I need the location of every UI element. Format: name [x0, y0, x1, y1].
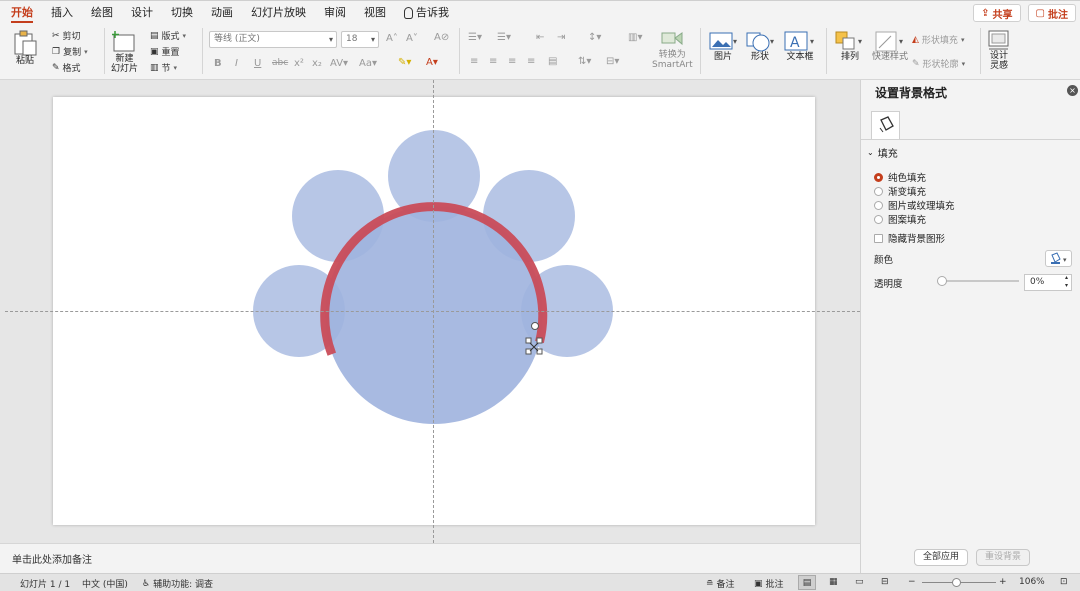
slide-artwork	[253, 130, 613, 424]
share-icon: ⇪	[981, 7, 990, 19]
slide-sorter-button[interactable]: ▦	[829, 577, 838, 587]
radio[interactable]	[874, 186, 883, 196]
color-picker-button[interactable]: ▾	[1045, 250, 1072, 267]
horizontal-smart-guide	[5, 311, 860, 312]
transparency-input[interactable]: 0% ▴ ▾	[1024, 274, 1072, 291]
presenter-icon: ⊟	[881, 577, 889, 587]
svg-text:▾: ▾	[1063, 256, 1067, 264]
notes-toggle[interactable]: ≘ 备注	[706, 577, 735, 591]
close-icon[interactable]: ×	[1067, 85, 1078, 96]
fill-tab[interactable]	[871, 111, 900, 139]
fit-slide-button[interactable]: ⊡	[1060, 577, 1068, 587]
comments-label: 批注	[1048, 9, 1068, 21]
comments-status-label: 批注	[765, 580, 784, 590]
checkbox[interactable]	[874, 233, 883, 243]
picture-fill-option[interactable]: 图片或纹理填充	[874, 198, 955, 212]
paint-bucket-icon: ◭	[912, 34, 919, 45]
chevron-down-icon: ⌄	[867, 148, 874, 157]
designer-icon	[988, 30, 1009, 50]
designer-label-2: 灵感	[989, 61, 1008, 71]
designer-label-1: 设计	[989, 51, 1008, 61]
zoom-out-button[interactable]: −	[908, 577, 916, 587]
fill-section-header[interactable]: ⌄ 填充	[867, 145, 898, 160]
apply-all-button[interactable]: 全部应用	[914, 549, 969, 566]
paint-bucket-icon	[879, 116, 894, 133]
fit-window-icon: ⊡	[1060, 577, 1068, 587]
designer-button[interactable]: 设计 灵感	[986, 29, 1012, 71]
comment-icon: ▣	[754, 578, 763, 589]
resize-handle[interactable]	[536, 348, 543, 355]
powerpoint-window: 开始 插入 绘图 设计 切换 动画 幻灯片放映 审阅 视图 告诉我 ⇪ 共享 ▢…	[0, 0, 1080, 591]
quick-styles-label: 快速样式	[872, 52, 909, 62]
status-bar: 幻灯片 1 / 1 中文 (中国) ♿ 辅助功能: 调查 ≘ 备注 ▣ 批注 ▤ ▦ …	[0, 573, 1080, 591]
notes-pane[interactable]: 单击此处添加备注	[0, 543, 860, 573]
slideshow-button[interactable]: ⊟	[881, 577, 889, 587]
pattern-fill-label: 图案填充	[888, 215, 927, 226]
pattern-fill-option[interactable]: 图案填充	[874, 212, 926, 226]
zoom-slider[interactable]	[922, 578, 996, 587]
paint-bucket-icon: ▾	[1051, 252, 1067, 264]
shape-fill-label: 形状填充	[921, 36, 958, 46]
reset-background-button[interactable]: 重设背景	[976, 549, 1031, 566]
accessibility-icon: ♿	[142, 578, 151, 589]
solid-fill-option[interactable]: 纯色填充	[874, 170, 926, 184]
radio-selected[interactable]	[874, 172, 883, 182]
transparency-slider[interactable]	[937, 276, 1019, 286]
comment-icon: ▢	[1035, 7, 1045, 19]
shape-outline-button[interactable]: ✎ 形状轮廓 ▾	[912, 57, 965, 71]
accessibility-label: 辅助功能: 调查	[153, 580, 213, 590]
hide-background-label: 隐藏背景图形	[888, 234, 946, 245]
accessibility-button[interactable]: ♿ 辅助功能: 调查	[142, 577, 213, 591]
quick-styles-button[interactable]: ▾ 快速样式	[872, 30, 908, 62]
format-background-pane: 设置背景格式 × ⌄ 填充 纯色填充 渐变填充 图片或纹理填充 图案填充 隐藏背…	[860, 80, 1080, 573]
normal-view-icon: ▤	[802, 577, 812, 588]
normal-view-button[interactable]: ▤	[798, 575, 816, 590]
stepper-icon[interactable]: ▴ ▾	[1065, 274, 1068, 290]
resize-handle[interactable]	[536, 337, 543, 344]
gradient-fill-label: 渐变填充	[888, 187, 927, 198]
share-label: 共享	[992, 9, 1013, 21]
color-label: 颜色	[874, 255, 894, 266]
notes-label: 备注	[716, 580, 735, 590]
rotate-handle-icon[interactable]	[531, 322, 539, 330]
shape-fill-button[interactable]: ◭ 形状填充 ▾	[912, 33, 964, 47]
hide-background-checkbox[interactable]: 隐藏背景图形	[874, 231, 945, 245]
transparency-value: 0%	[1030, 277, 1045, 287]
notes-icon: ≘	[706, 578, 714, 589]
shape-outline-label: 形状轮廓	[922, 60, 959, 70]
svg-text:▾: ▾	[899, 37, 903, 46]
zoom-slider-knob[interactable]	[952, 578, 961, 587]
grid-icon: ▦	[829, 577, 838, 587]
radio[interactable]	[874, 214, 883, 224]
zoom-level[interactable]: 106%	[1019, 577, 1045, 587]
language-indicator[interactable]: 中文 (中国)	[82, 577, 128, 590]
resize-handle[interactable]	[525, 337, 532, 344]
slider-knob[interactable]	[937, 276, 947, 286]
book-icon: ▭	[855, 577, 864, 587]
quick-styles-icon: ▾	[875, 31, 903, 52]
pen-icon: ✎	[912, 58, 920, 69]
pane-title: 设置背景格式	[875, 86, 948, 100]
fill-section-label: 填充	[877, 149, 898, 160]
reading-view-button[interactable]: ▭	[855, 577, 864, 587]
radio[interactable]	[874, 200, 883, 210]
gradient-fill-option[interactable]: 渐变填充	[874, 184, 926, 198]
notes-placeholder[interactable]: 单击此处添加备注	[12, 551, 92, 566]
zoom-in-button[interactable]: +	[999, 577, 1007, 587]
resize-handle[interactable]	[525, 348, 532, 355]
transparency-label: 透明度	[874, 279, 903, 290]
share-button[interactable]: ⇪ 共享	[973, 4, 1021, 22]
comments-button[interactable]: ▢ 批注	[1027, 4, 1076, 22]
picture-fill-label: 图片或纹理填充	[888, 201, 955, 212]
solid-fill-label: 纯色填充	[888, 173, 927, 184]
slide-counter: 幻灯片 1 / 1	[20, 580, 71, 590]
comments-toggle[interactable]: ▣ 批注	[754, 577, 784, 591]
